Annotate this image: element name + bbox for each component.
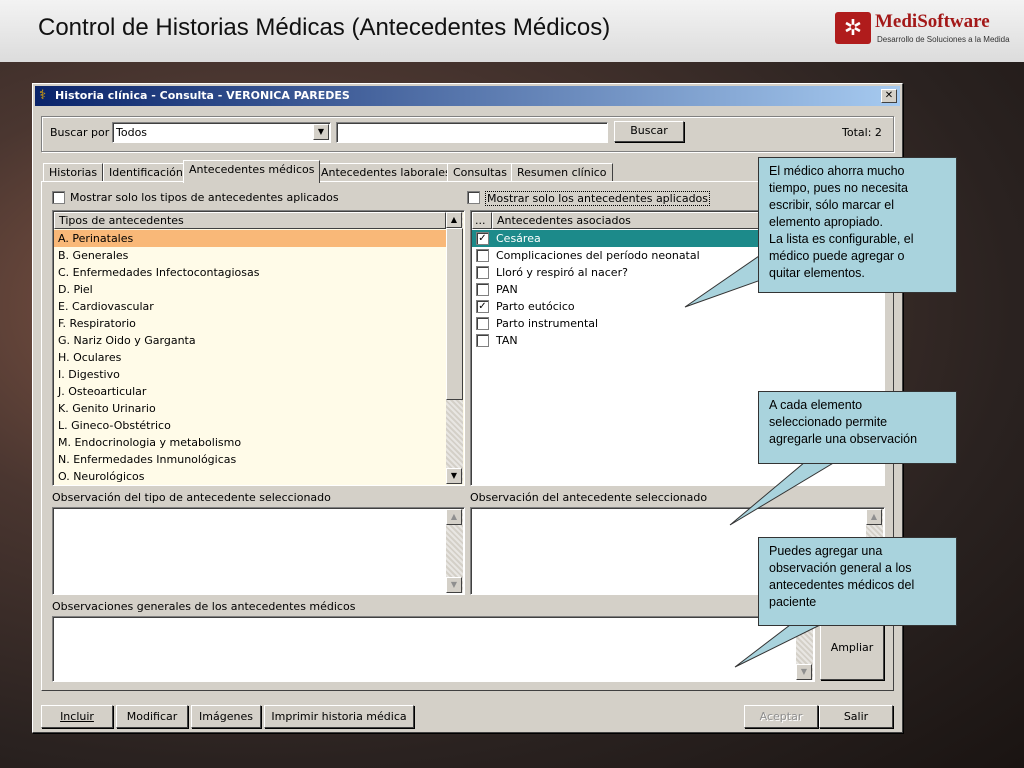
close-button[interactable]: ✕: [881, 89, 897, 103]
antecedent-observation-label: Observación del antecedente seleccionado: [470, 491, 708, 504]
antecedent-checkbox[interactable]: [476, 249, 489, 262]
search-by-select[interactable]: Todos ▼: [112, 122, 331, 143]
associated-antecedent-item[interactable]: ✓ Parto eutócico: [472, 298, 883, 315]
slide-title: Control de Historias Médicas (Antecedent…: [38, 14, 611, 41]
tab-antecedentes-medicos[interactable]: Antecedentes médicos: [183, 160, 321, 183]
include-button[interactable]: Incluir: [41, 705, 113, 728]
antecedent-label: Cesárea: [496, 232, 541, 245]
images-button[interactable]: Imágenes: [191, 705, 261, 728]
general-observations-label: Observaciones generales de los anteceden…: [52, 600, 356, 613]
antecedent-type-item[interactable]: N. Enfermedades Inmunológicas: [54, 451, 446, 468]
scroll-down-icon[interactable]: ▼: [796, 664, 812, 680]
antecedent-type-item[interactable]: M. Endocrinologia y metabolismo: [54, 434, 446, 451]
antecedent-type-item[interactable]: G. Nariz Oido y Garganta: [54, 332, 446, 349]
antecedent-label: Parto eutócico: [496, 300, 575, 313]
slide-header: Control de Historias Médicas (Antecedent…: [0, 0, 1024, 62]
window-titlebar[interactable]: ⚕ Historia clínica - Consulta - VERONICA…: [35, 86, 900, 106]
scroll-down-icon[interactable]: ▼: [446, 468, 462, 484]
type-observation-textarea[interactable]: [52, 507, 465, 595]
antecedent-type-item[interactable]: C. Enfermedades Infectocontagiosas: [54, 264, 446, 281]
tab-consultas[interactable]: Consultas: [447, 163, 513, 182]
logo: ✲ MediSoftware Desarrollo de Soluciones …: [835, 11, 1015, 48]
logo-mark-icon: ✲: [835, 12, 871, 44]
left-filter-checkbox[interactable]: [52, 191, 65, 204]
antecedent-type-item[interactable]: K. Genito Urinario: [54, 400, 446, 417]
right-filter-checkbox[interactable]: [467, 191, 480, 204]
antecedent-type-item[interactable]: E. Cardiovascular: [54, 298, 446, 315]
antecedent-type-item[interactable]: I. Digestivo: [54, 366, 446, 383]
antecedent-checkbox[interactable]: [476, 334, 489, 347]
associated-antecedent-item[interactable]: TAN: [472, 332, 883, 349]
left-list-scrollbar[interactable]: ▲ ▼: [446, 212, 463, 484]
antecedent-checkbox[interactable]: [476, 317, 489, 330]
callout-one: El médico ahorra mucho tiempo, pues no n…: [758, 157, 957, 293]
exit-button[interactable]: Salir: [819, 705, 893, 728]
antecedent-type-item[interactable]: A. Perinatales: [54, 230, 446, 247]
antecedent-checkbox[interactable]: [476, 266, 489, 279]
app-icon: ⚕: [39, 88, 47, 103]
scroll-up-icon[interactable]: ▲: [446, 212, 462, 228]
scroll-thumb[interactable]: [446, 228, 463, 400]
type-observation-scrollbar[interactable]: ▲ ▼: [446, 509, 463, 593]
total-count: Total: 2: [842, 126, 882, 139]
associated-col-dots[interactable]: ...: [472, 212, 492, 229]
logo-subtitle: Desarrollo de Soluciones a la Medida: [877, 35, 1010, 44]
antecedent-label: TAN: [496, 334, 518, 347]
search-by-value: Todos: [116, 126, 148, 139]
search-input[interactable]: [336, 122, 608, 143]
associated-antecedent-item[interactable]: Parto instrumental: [472, 315, 883, 332]
general-observations-scrollbar[interactable]: ▼: [796, 618, 813, 680]
accept-button[interactable]: Aceptar: [744, 705, 818, 728]
antecedent-label: Parto instrumental: [496, 317, 599, 330]
callout-three: Puedes agregar una observación general a…: [758, 537, 957, 626]
antecedent-checkbox[interactable]: ✓: [476, 232, 489, 245]
antecedent-types-header[interactable]: Tipos de antecedentes: [54, 212, 446, 229]
callout-two: A cada elemento seleccionado permite agr…: [758, 391, 957, 464]
scroll-up-icon[interactable]: ▲: [866, 509, 882, 525]
scroll-up-icon[interactable]: ▲: [446, 509, 462, 525]
tab-identificacion[interactable]: Identificación: [103, 163, 189, 182]
left-filter-label: Mostrar solo los tipos de antecedentes a…: [70, 191, 339, 204]
general-observations-textarea[interactable]: [52, 616, 815, 682]
window-title: Historia clínica - Consulta - VERONICA P…: [55, 89, 350, 102]
antecedent-checkbox[interactable]: [476, 283, 489, 296]
tab-historias[interactable]: Historias: [43, 163, 104, 182]
right-filter-label: Mostrar solo los antecedentes aplicados: [485, 191, 711, 206]
antecedent-type-item[interactable]: L. Gineco-Obstétrico: [54, 417, 446, 434]
chevron-down-icon[interactable]: ▼: [313, 124, 329, 140]
type-observation-label: Observación del tipo de antecedente sele…: [52, 491, 331, 504]
antecedent-type-item[interactable]: J. Osteoarticular: [54, 383, 446, 400]
search-button[interactable]: Buscar: [614, 121, 684, 142]
modify-button[interactable]: Modificar: [116, 705, 188, 728]
antecedent-type-item[interactable]: F. Respiratorio: [54, 315, 446, 332]
search-by-label: Buscar por: [50, 126, 110, 139]
antecedent-type-item[interactable]: H. Oculares: [54, 349, 446, 366]
scroll-down-icon[interactable]: ▼: [446, 577, 462, 593]
antecedent-label: PAN: [496, 283, 518, 296]
print-history-button[interactable]: Imprimir historia médica: [264, 705, 414, 728]
tab-antecedentes-laborales[interactable]: Antecedentes laborales: [315, 163, 457, 182]
antecedent-type-item[interactable]: O. Neurológicos: [54, 468, 446, 485]
logo-name: MediSoftware: [875, 11, 990, 32]
antecedent-label: Lloró y respiró al nacer?: [496, 266, 628, 279]
antecedent-checkbox[interactable]: ✓: [476, 300, 489, 313]
antecedent-type-item[interactable]: B. Generales: [54, 247, 446, 264]
antecedent-label: Complicaciones del período neonatal: [496, 249, 700, 262]
antecedent-type-item[interactable]: D. Piel: [54, 281, 446, 298]
tab-resumen-clinico[interactable]: Resumen clínico: [511, 163, 613, 182]
